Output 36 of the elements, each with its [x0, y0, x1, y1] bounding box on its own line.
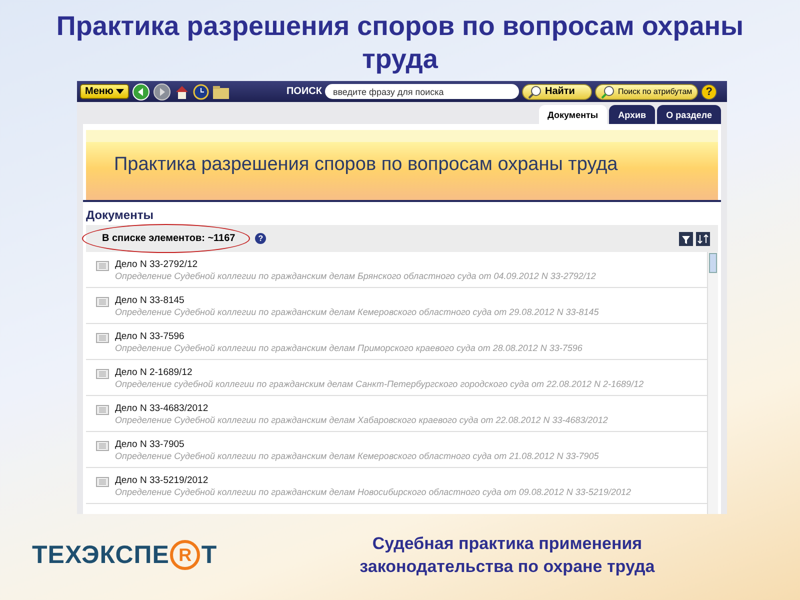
menu-button[interactable]: Меню — [80, 84, 130, 99]
document-row[interactable]: Дело N 33-2792/12 Определение Судебной коллегии по гражданским делам Брянского областного суда от 04.09.2012 N 33-2792/12 — [86, 252, 707, 288]
help-button[interactable]: ? — [701, 84, 718, 100]
document-row[interactable]: Дело N 33-8145 Определение Судебной коллегии по гражданским делам Кемеровского областного суда от 29.08.2012 N 33-8145 — [86, 288, 707, 324]
document-title: Дело N 33-7596 — [115, 331, 186, 342]
tab[interactable]: О разделе — [657, 105, 721, 124]
document-title: Дело N 33-2792/12 — [115, 259, 199, 270]
logo: ТЕХЭКСПЕ R Т — [32, 540, 218, 570]
list-count: В списке элементов: ~1167 — [102, 233, 236, 244]
document-row[interactable]: Дело N 33-5219/2012 Определение Судебной коллегии по гражданским делам Новосибирского областного суда от 09.08.2012 N 33-5219/2012 — [86, 468, 707, 504]
document-title: Дело N 33-7905 — [115, 439, 186, 450]
document-row[interactable]: Дело N 2-1689/12 Определение судебной коллегии по гражданским делам Санкт-Петербургского городского суда от 22.08.2012 N 2-1689/12 — [86, 360, 707, 396]
document-title: Дело N 33-8145 — [115, 295, 186, 306]
banner: Практика разрешения споров по вопросам охраны труда — [86, 130, 718, 200]
tab[interactable]: Архив — [609, 105, 656, 124]
document-row[interactable]: Дело N 33-7596 Определение Судебной коллегии по гражданским делам Приморского краевого суда от 28.08.2012 N 33-7596 — [86, 324, 707, 360]
slide-title: Практика разрешения споров по вопросам охраны труда — [55, 10, 745, 76]
document-title: Дело N 33-4683/2012 — [115, 403, 210, 414]
tab[interactable]: Документы — [538, 105, 608, 124]
document-description: Определение Судебной коллегии по гражданским делам Кемеровского областного суда от 29.08.2012 N 33-8145 — [115, 307, 599, 317]
find-button[interactable]: Найти — [522, 84, 592, 100]
document-row[interactable]: Дело N 33-4683/2012 Определение Судебной коллегии по гражданским делам Хабаровского краевого суда от 22.08.2012 N 33-4683/2012 — [86, 396, 707, 432]
document-description: Определение судебной коллегии по гражданским делам Санкт-Петербургского городского суда от 22.08.2012 N 2-1689/12 — [115, 379, 644, 389]
document-row[interactable]: Дело N 33-7905 Определение Судебной коллегии по гражданским делам Кемеровского областного суда от 21.08.2012 N 33-7905 — [86, 432, 707, 468]
search-label: ПОИСК — [286, 86, 322, 97]
document-description: Определение Судебной коллегии по гражданским делам Брянского областного суда от 04.09.2012 N 33-2792/12 — [115, 271, 596, 281]
document-title: Дело N 2-1689/12 — [115, 367, 194, 378]
document-description: Определение Судебной коллегии по гражданским делам Хабаровского краевого суда от 22.08.2012 N 33-4683/2012 — [115, 415, 608, 425]
caption: Судебная практика применения законодательства по охране труда — [358, 533, 656, 578]
help-icon[interactable]: ? — [255, 233, 266, 244]
document-description: Определение Судебной коллегии по гражданским делам Приморского краевого суда от 28.08.2012 N 33-7596 — [115, 343, 582, 353]
document-description: Определение Судебной коллегии по гражданским делам Новосибирского областного суда от 09.08.2012 N 33-5219/2012 — [115, 487, 631, 497]
document-description: Определение Судебной коллегии по гражданским делам Кемеровского областного суда от 21.08.2012 N 33-7905 — [115, 451, 599, 461]
attribute-search-button[interactable]: Поиск по атрибутам — [594, 84, 698, 100]
document-title: Дело N 33-5219/2012 — [115, 475, 210, 486]
search-field[interactable]: введите фразу для поиска — [324, 84, 519, 99]
